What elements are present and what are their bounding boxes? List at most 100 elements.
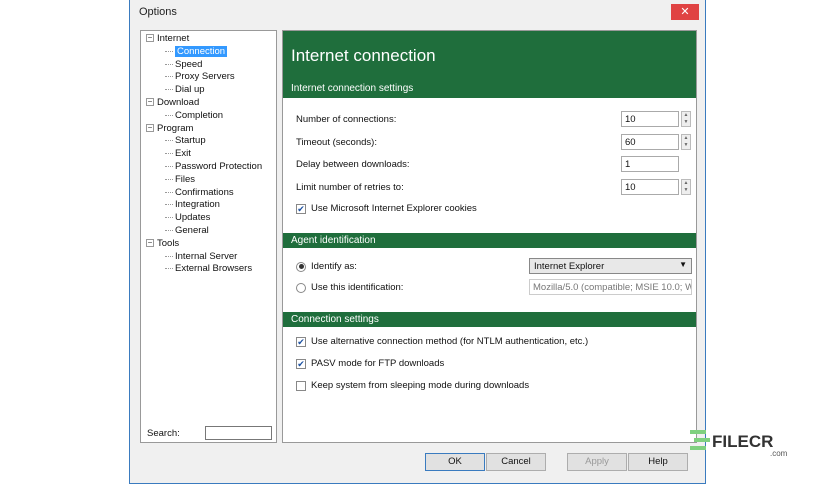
ie-cookies-label: Use Microsoft Internet Explorer cookies	[311, 203, 477, 214]
tree-item-label: Integration	[175, 199, 220, 211]
tree-item-label: Confirmations	[175, 186, 234, 198]
tree-item-label: Speed	[175, 58, 203, 70]
collapse-icon[interactable]: −	[146, 34, 154, 43]
tree-item-label: Password Protection	[175, 161, 263, 172]
option-checkbox[interactable]: Keep system from sleeping mode during do…	[296, 380, 529, 391]
apply-button[interactable]: Apply	[567, 453, 627, 471]
tree-item-connection[interactable]: Connection	[165, 45, 228, 58]
option-label: PASV mode for FTP downloads	[311, 358, 445, 369]
tree-line	[165, 255, 173, 257]
options-window: Options ✕ Search: − Internet Connection Spe…	[129, 0, 706, 484]
tree-line	[165, 268, 173, 270]
user-agent-input[interactable]: Mozilla/5.0 (compatible; MSIE 10.0; Winc	[529, 279, 692, 295]
tree-item-dial-up[interactable]: Dial up	[165, 84, 205, 96]
spinner-icon[interactable]: ▲ ▼	[681, 133, 691, 150]
cancel-button[interactable]: Cancel	[486, 453, 546, 471]
option-label: Use alternative connection method (for N…	[311, 336, 589, 347]
field-input[interactable]: 1	[621, 156, 679, 172]
radio-selected-icon	[296, 261, 306, 272]
field-label: Timeout (seconds):	[296, 136, 377, 148]
ok-button[interactable]: OK	[425, 453, 485, 471]
agent-select-value: Internet Explorer	[534, 261, 605, 272]
tree-item-label: Connection	[175, 45, 228, 57]
use-this-identification-radio[interactable]: Use this identification:	[296, 282, 403, 293]
tree-item-exit[interactable]: Exit	[165, 148, 191, 160]
tree-item-updates[interactable]: Updates	[165, 212, 211, 224]
tree-item-label: Updates	[175, 212, 211, 224]
options-tree[interactable]: Search: − Internet Connection Speed Proxy Se…	[140, 30, 277, 443]
tree-line	[165, 217, 173, 219]
section-agent-identification: Agent identification	[283, 233, 696, 248]
ie-cookies-checkbox[interactable]: ✔ Use Microsoft Internet Explorer cookies	[296, 203, 477, 214]
collapse-icon[interactable]: −	[146, 98, 154, 107]
watermark-text: FILECR	[712, 432, 774, 451]
tree-item-integration[interactable]: Integration	[165, 199, 220, 211]
help-button[interactable]: Help	[628, 453, 688, 471]
identify-as-radio[interactable]: Identify as:	[296, 261, 357, 272]
identify-as-label: Identify as:	[311, 261, 357, 272]
close-button[interactable]: ✕	[671, 4, 699, 20]
spinner-icon[interactable]: ▲ ▼	[681, 178, 691, 195]
watermark-sub: .com	[770, 449, 788, 458]
field-input[interactable]: 10	[621, 178, 679, 195]
section-internet-connection-settings: Internet connection settings	[291, 83, 414, 94]
tree-item-label: Files	[175, 173, 196, 185]
radio-empty-icon	[296, 282, 306, 293]
tree-item-files[interactable]: Files	[165, 173, 196, 186]
tree-item-label: Completion	[175, 109, 224, 121]
tree-item-internal-server[interactable]: Internal Server	[165, 250, 238, 263]
spinner-icon[interactable]: ▲ ▼	[681, 111, 691, 127]
tree-item-label: Internal Server	[175, 250, 238, 262]
checkbox-empty-icon	[296, 380, 306, 391]
tree-item-program[interactable]: − Program	[146, 123, 193, 135]
tree-item-general[interactable]: General	[165, 225, 209, 237]
tree-item-speed[interactable]: Speed	[165, 58, 203, 71]
tree-item-label: Program	[157, 122, 194, 134]
tree-item-confirmations[interactable]: Confirmations	[165, 186, 234, 199]
checkbox-checked-icon: ✔	[296, 203, 306, 214]
tree-item-tools[interactable]: − Tools	[146, 238, 179, 250]
checkbox-checked-icon: ✔	[296, 358, 306, 369]
search-label: Search:	[147, 428, 180, 439]
tree-item-completion[interactable]: Completion	[165, 109, 224, 122]
panel-header: Internet connection Internet connection …	[283, 31, 696, 98]
field-label: Delay between downloads:	[296, 159, 410, 170]
tree-line	[165, 191, 173, 193]
window-title: Options	[139, 6, 177, 18]
section-connection-settings: Connection settings	[283, 312, 696, 327]
tree-item-label: Dial up	[175, 84, 205, 96]
field-input[interactable]: 10	[621, 111, 679, 127]
tree-line	[165, 153, 173, 155]
tree-item-label: Startup	[175, 135, 206, 147]
tree-line	[165, 140, 173, 142]
tree-item-internet[interactable]: − Internet	[146, 33, 189, 45]
tree-item-label: Proxy Servers	[175, 71, 235, 83]
checkbox-checked-icon: ✔	[296, 336, 306, 347]
tree-item-startup[interactable]: Startup	[165, 135, 206, 147]
tree-line	[165, 89, 173, 91]
use-this-identification-label: Use this identification:	[311, 282, 404, 293]
option-checkbox[interactable]: ✔ Use alternative connection method (for …	[296, 336, 588, 347]
tree-item-label: Exit	[175, 148, 191, 160]
tree-line	[165, 178, 173, 180]
tree-line	[165, 50, 173, 52]
tree-line	[165, 165, 173, 167]
field-input[interactable]: 60	[621, 133, 679, 150]
settings-panel: Internet connection Internet connection …	[282, 30, 697, 443]
option-label: Keep system from sleeping mode during do…	[311, 380, 530, 391]
agent-select[interactable]: Internet Explorer ▼	[529, 258, 692, 274]
search-input[interactable]	[205, 426, 272, 440]
tree-item-password-protection[interactable]: Password Protection	[165, 161, 263, 173]
option-checkbox[interactable]: ✔ PASV mode for FTP downloads	[296, 358, 444, 369]
collapse-icon[interactable]: −	[146, 239, 154, 248]
page-title: Internet connection	[291, 46, 436, 65]
tree-item-label: General	[175, 225, 209, 236]
tree-item-download[interactable]: − Download	[146, 97, 199, 109]
tree-item-proxy-servers[interactable]: Proxy Servers	[165, 71, 235, 83]
tree-line	[165, 204, 173, 206]
tree-item-external-browsers[interactable]: External Browsers	[165, 263, 252, 275]
tree-line	[165, 229, 173, 231]
tree-item-label: Tools	[157, 237, 180, 249]
tree-item-label: Internet	[157, 33, 190, 44]
collapse-icon[interactable]: −	[146, 124, 154, 133]
